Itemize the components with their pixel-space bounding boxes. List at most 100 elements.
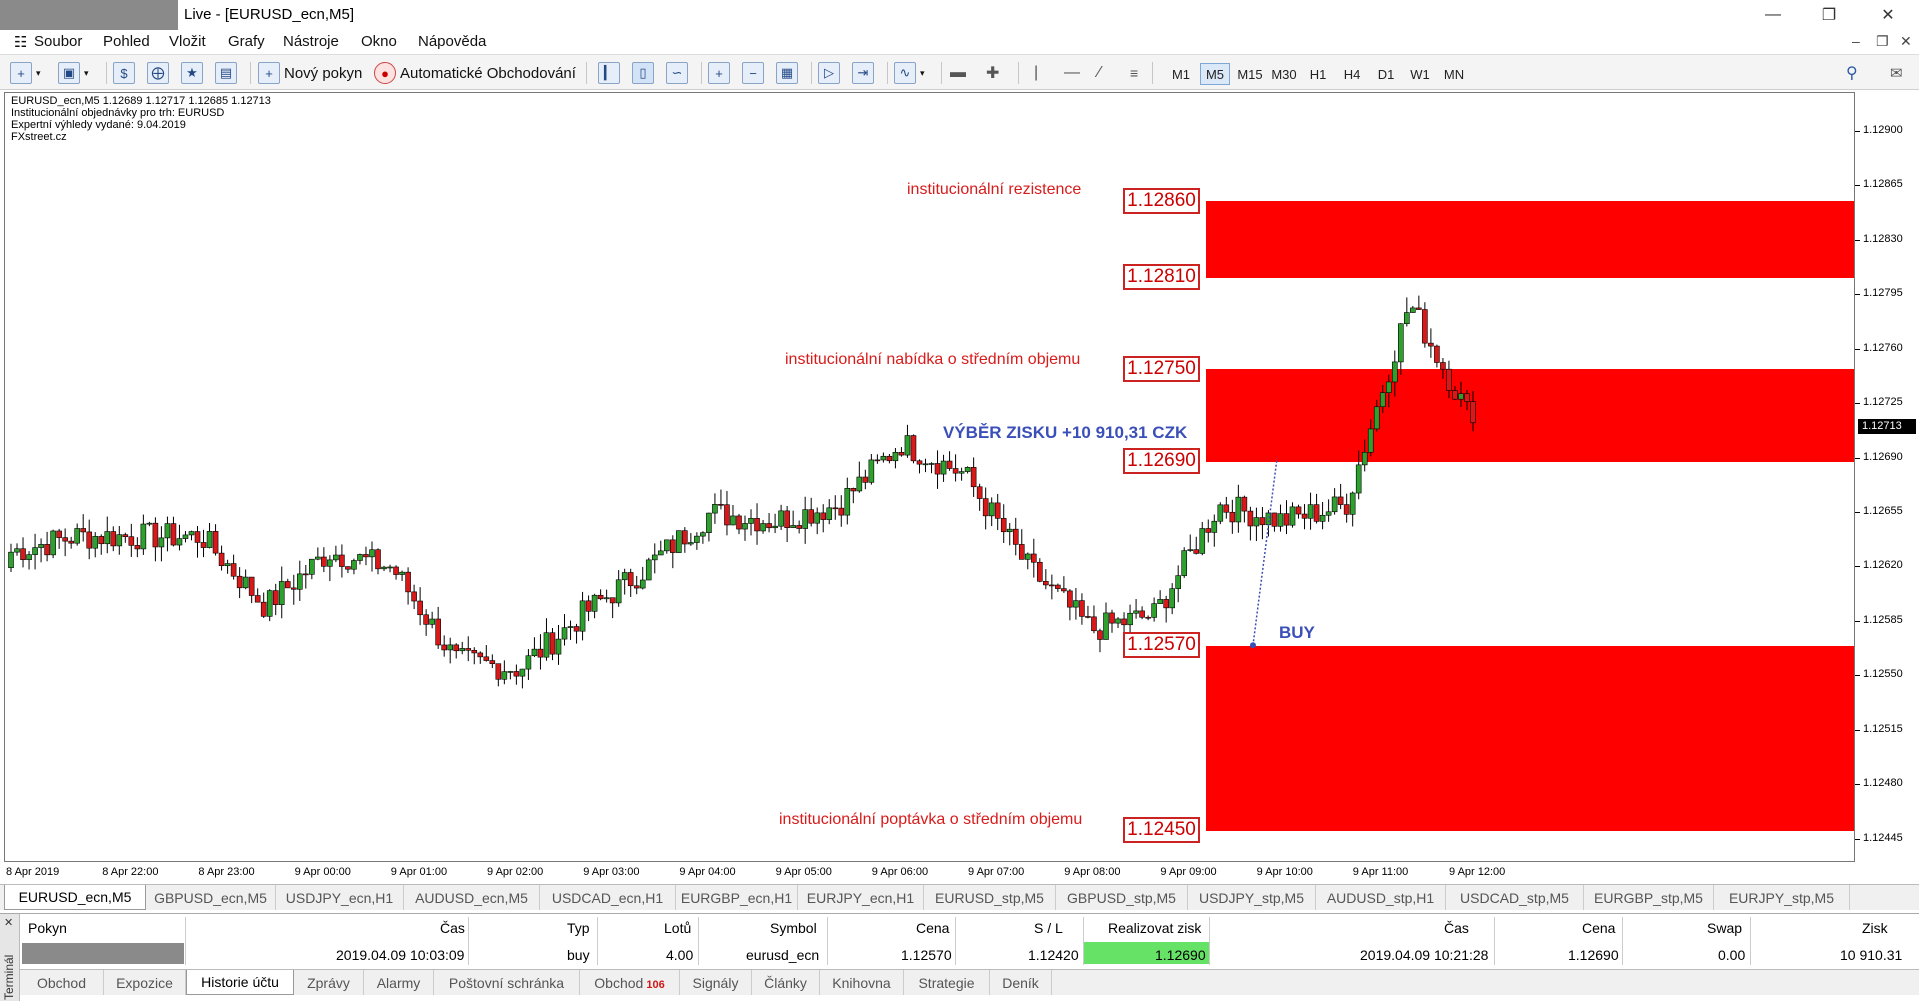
chart-tab[interactable]: EURGBP_ecn,H1 xyxy=(676,885,798,910)
menu-grafy[interactable]: Grafy xyxy=(228,33,265,50)
terminal-button[interactable]: ▤ xyxy=(215,60,237,86)
timeframe-d1[interactable]: D1 xyxy=(1371,63,1401,85)
chart-shift-button[interactable]: ⇥ xyxy=(852,60,874,86)
search-button[interactable]: ⚲ xyxy=(1846,60,1858,86)
tile-windows-button[interactable]: ▦ xyxy=(776,60,798,86)
timeframe-m1[interactable]: M1 xyxy=(1166,63,1196,85)
col-cas-close[interactable]: Čas xyxy=(1444,920,1469,936)
menu-vlozit[interactable]: Vložit xyxy=(169,33,206,50)
col-swap[interactable]: Swap xyxy=(1707,920,1742,936)
candle-body xyxy=(1091,616,1097,632)
toolbar: + ▾ ▣ ▾ $ ⨁ ★ ▤ + Nový pokyn ● Automatické O… xyxy=(0,54,1919,90)
trendline-button[interactable]: ∕ xyxy=(1098,60,1101,86)
maximize-icon[interactable]: ❐ xyxy=(1801,0,1857,30)
auto-trading-button[interactable]: ● Automatické Obchodování xyxy=(374,60,576,86)
menu-okno[interactable]: Okno xyxy=(361,33,397,50)
new-order-button[interactable]: + Nový pokyn xyxy=(258,60,362,86)
vertical-line-button[interactable]: | xyxy=(1034,60,1038,86)
candle-body xyxy=(591,594,598,612)
tab-obchod-market[interactable]: Obchod 106 xyxy=(580,970,680,995)
timeframe-m5[interactable]: M5 xyxy=(1200,63,1230,85)
candle-body xyxy=(1175,575,1181,589)
chart-tab[interactable]: USDJPY_ecn,H1 xyxy=(276,885,404,910)
chart-tab[interactable]: USDJPY_stp,M5 xyxy=(1188,885,1316,910)
chart-tab[interactable]: GBPUSD_ecn,M5 xyxy=(146,885,276,910)
candle-body xyxy=(946,460,953,469)
tab-obchod[interactable]: Obchod xyxy=(20,970,104,995)
chart-tab[interactable]: EURGBP_stp,M5 xyxy=(1584,885,1714,910)
col-sl[interactable]: S / L xyxy=(1034,920,1063,936)
chart-tab[interactable]: USDCAD_stp,M5 xyxy=(1446,885,1584,910)
menu-soubor-icon[interactable]: ☷ xyxy=(14,33,27,51)
chart-tabs: EURUSD_ecn,M5 GBPUSD_ecn,M5 USDJPY_ecn,H1 A… xyxy=(0,884,1919,910)
zoom-in-button[interactable]: + xyxy=(708,60,730,86)
chart-tab[interactable]: GBPUSD_stp,M5 xyxy=(1056,885,1188,910)
col-typ[interactable]: Typ xyxy=(567,920,590,936)
mdi-minimize-icon[interactable]: – xyxy=(1852,33,1860,49)
close-icon[interactable]: ✕ xyxy=(1860,0,1916,30)
col-cena-close[interactable]: Cena xyxy=(1582,920,1615,936)
line-chart-button[interactable]: ∽ xyxy=(666,60,688,86)
tab-historie-uctu[interactable]: Historie účtu xyxy=(186,970,294,995)
timeframe-w1[interactable]: W1 xyxy=(1405,63,1435,85)
timeframe-h1[interactable]: H1 xyxy=(1303,63,1333,85)
timeframe-m30[interactable]: M30 xyxy=(1269,63,1299,85)
chart-tab[interactable]: EURUSD_stp,M5 xyxy=(924,885,1056,910)
menu-soubor[interactable]: Soubor xyxy=(34,33,82,50)
tab-zpravy[interactable]: Zprávy xyxy=(294,970,364,995)
horizontal-line-button[interactable]: — xyxy=(1064,60,1080,86)
indicators-button[interactable]: ∿ ▾ xyxy=(894,60,925,86)
col-pokyn[interactable]: Pokyn xyxy=(28,920,67,936)
menu-napoveda[interactable]: Nápověda xyxy=(418,33,486,50)
col-cas-open[interactable]: Čas xyxy=(440,920,465,936)
tab-postovni-schranka[interactable]: Poštovní schránka xyxy=(434,970,580,995)
fibo-button[interactable]: ≡ xyxy=(1130,60,1138,86)
minimize-icon[interactable]: — xyxy=(1745,0,1801,30)
chart-tab[interactable]: AUDUSD_stp,H1 xyxy=(1316,885,1446,910)
bar-chart-button[interactable]: ▎ xyxy=(598,60,620,86)
tab-strategie[interactable]: Strategie xyxy=(904,970,990,995)
candlestick-button[interactable]: ▯ xyxy=(632,60,654,86)
history-row[interactable] xyxy=(20,941,1919,965)
chart-tab[interactable]: EURJPY_stp,M5 xyxy=(1714,885,1850,910)
tab-signaly[interactable]: Signály xyxy=(680,970,752,995)
col-zisk[interactable]: Zisk xyxy=(1862,920,1888,936)
chart-tab[interactable]: EURJPY_ecn,H1 xyxy=(798,885,924,910)
candle-body xyxy=(327,559,333,567)
chart-area[interactable]: EURUSD_ecn,M5 1.12689 1.12717 1.12685 1.… xyxy=(4,92,1855,862)
new-chart-button[interactable]: + ▾ xyxy=(10,60,41,86)
autoscroll-button[interactable]: ▷ xyxy=(818,60,840,86)
navigator-button[interactable]: ⨁ xyxy=(147,60,169,86)
market-watch-button[interactable]: $ xyxy=(113,60,135,86)
zoom-out-button[interactable]: − xyxy=(742,60,764,86)
menu-nastroje[interactable]: Nástroje xyxy=(283,33,339,50)
col-symbol[interactable]: Symbol xyxy=(770,920,817,936)
tab-expozice[interactable]: Expozice xyxy=(104,970,186,995)
chat-button[interactable]: ✉ xyxy=(1890,60,1903,86)
chart-tab[interactable]: EURUSD_ecn,M5 xyxy=(4,885,146,910)
timeframe-m15[interactable]: M15 xyxy=(1235,63,1265,85)
profiles-button[interactable]: ▣ ▾ xyxy=(58,60,89,86)
col-lotu[interactable]: Lotů xyxy=(664,920,691,936)
tab-knihovna[interactable]: Knihovna xyxy=(820,970,904,995)
candle-body xyxy=(290,587,297,590)
menu-pohled[interactable]: Pohled xyxy=(103,33,150,50)
chart-tab[interactable]: USDCAD_ecn,H1 xyxy=(540,885,676,910)
candle-body xyxy=(429,618,435,625)
favorites-button[interactable]: ★ xyxy=(181,60,203,86)
tab-alarmy[interactable]: Alarmy xyxy=(364,970,434,995)
candle-body xyxy=(688,542,694,545)
terminal-close-icon[interactable]: ✕ xyxy=(4,916,13,929)
toolbar-separator xyxy=(586,62,587,84)
crosshair-button[interactable]: ✚ xyxy=(986,60,999,86)
chart-tab[interactable]: AUDUSD_ecn,M5 xyxy=(404,885,540,910)
tab-clanky[interactable]: Články xyxy=(752,970,820,995)
mdi-restore-icon[interactable]: ❐ xyxy=(1876,33,1889,50)
tab-denik[interactable]: Deník xyxy=(990,970,1052,995)
col-tp[interactable]: Realizovat zisk xyxy=(1108,920,1201,936)
timeframe-h4[interactable]: H4 xyxy=(1337,63,1367,85)
cursor-button[interactable]: ▬ xyxy=(950,60,966,86)
timeframe-mn[interactable]: MN xyxy=(1439,63,1469,85)
col-cena-open[interactable]: Cena xyxy=(916,920,949,936)
mdi-close-icon[interactable]: ✕ xyxy=(1900,33,1912,50)
